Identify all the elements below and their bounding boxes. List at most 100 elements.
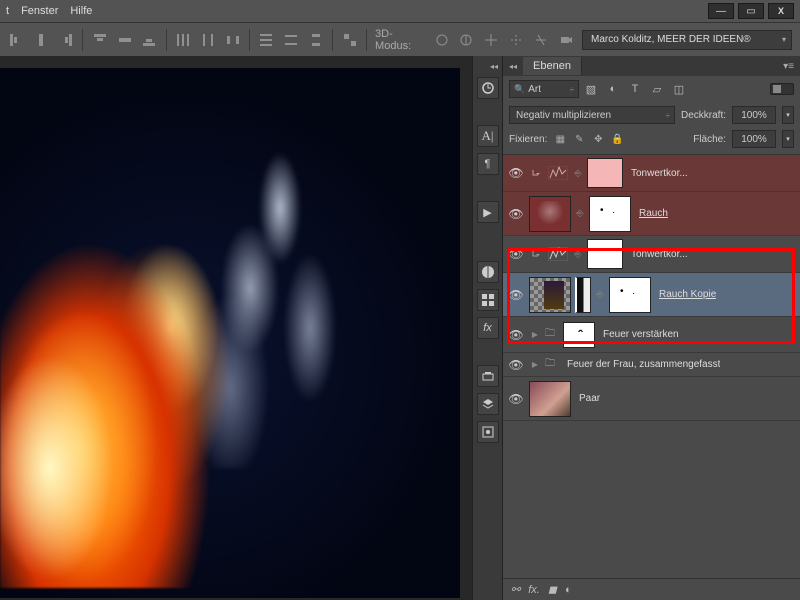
menu-item-fenster[interactable]: Fenster [21, 5, 58, 17]
filter-kind-dropdown[interactable]: Art [509, 80, 579, 98]
styles-panel-icon[interactable] [477, 289, 499, 311]
layers-panel-icon[interactable] [477, 393, 499, 415]
menu-item-truncated[interactable]: t [6, 5, 9, 17]
mask-icon[interactable]: ◼ [548, 583, 557, 596]
adjustments-panel-icon[interactable] [477, 365, 499, 387]
align-right-icon[interactable] [58, 31, 75, 49]
layer-thumb[interactable] [529, 381, 571, 417]
layer-name[interactable]: Paar [579, 393, 600, 404]
channels-panel-icon[interactable] [477, 421, 499, 443]
distribute-h2-icon[interactable] [199, 31, 216, 49]
align-center-h-icon[interactable] [33, 31, 50, 49]
character-panel-icon[interactable]: A| [477, 125, 499, 147]
orbit-icon[interactable] [433, 31, 450, 49]
layer-mask-thumb[interactable] [563, 322, 595, 348]
lock-position-icon[interactable]: ✥ [591, 132, 605, 146]
link-icon[interactable]: ⎆ [573, 168, 583, 179]
lock-label: Fixieren: [509, 134, 547, 145]
visibility-icon[interactable]: 👁 [507, 207, 525, 221]
layer-mask-thumb[interactable] [589, 196, 631, 232]
filter-toggle[interactable] [770, 83, 794, 95]
pan-icon[interactable] [483, 31, 500, 49]
maximize-button[interactable]: ▭ [738, 3, 764, 19]
align-left-icon[interactable] [8, 31, 25, 49]
lock-transparency-icon[interactable]: ▦ [553, 132, 567, 146]
adjustment-icon[interactable]: ◐ [565, 584, 572, 596]
layer-name[interactable]: Rauch Kopie [659, 289, 716, 300]
minimize-button[interactable]: — [708, 3, 734, 19]
histogram-panel-icon[interactable] [477, 77, 499, 99]
align-top-icon[interactable] [91, 31, 108, 49]
visibility-icon[interactable]: 👁 [507, 247, 525, 261]
layer-row[interactable]: 👁 ▶ 🗀 Feuer verstärken [503, 317, 800, 353]
filter-adjustment-icon[interactable]: ◐ [605, 81, 621, 97]
camera-icon[interactable] [557, 31, 574, 49]
play-panel-icon[interactable]: ▶ [477, 201, 499, 223]
zoom-icon[interactable] [532, 31, 549, 49]
align-center-v-icon[interactable] [116, 31, 133, 49]
lock-all-icon[interactable]: 🔒 [610, 132, 624, 146]
layer-row[interactable]: 👁 ⎆ Tonwertkor... [503, 155, 800, 192]
distribute-v-icon[interactable] [258, 31, 275, 49]
link-layers-icon[interactable]: ⚯ [511, 583, 520, 596]
opacity-value[interactable]: 100% [732, 106, 776, 124]
layer-mask-thumb[interactable] [587, 158, 623, 188]
filter-smart-icon[interactable]: ◫ [671, 81, 687, 97]
tab-ebenen[interactable]: Ebenen [523, 57, 582, 75]
link-icon[interactable]: ⎆ [575, 208, 585, 219]
layer-name[interactable]: Feuer der Frau, zusammengefasst [567, 359, 720, 370]
filter-shape-icon[interactable]: ▱ [649, 81, 665, 97]
distribute-v2-icon[interactable] [283, 31, 300, 49]
layer-thumb[interactable] [529, 277, 571, 313]
disclosure-icon[interactable]: ▶ [529, 330, 541, 339]
layer-row[interactable]: 👁 ▶ 🗀 Feuer der Frau, zusammengefasst [503, 353, 800, 377]
visibility-icon[interactable]: 👁 [507, 328, 525, 342]
fill-arrow[interactable]: ▾ [782, 130, 794, 148]
distribute-h-icon[interactable] [175, 31, 192, 49]
collapsed-panel-strip: ◂◂ A| ¶ ▶ fx [472, 56, 502, 600]
visibility-icon[interactable]: 👁 [507, 392, 525, 406]
distribute-v3-icon[interactable] [308, 31, 325, 49]
layer-row[interactable]: 👁 ⎆ Tonwertkor... [503, 236, 800, 273]
slide-icon[interactable] [508, 31, 525, 49]
panel-menu-icon[interactable]: ▾≡ [777, 61, 800, 72]
menu-item-hilfe[interactable]: Hilfe [70, 5, 92, 17]
layer-thumb[interactable] [529, 196, 571, 232]
layer-name[interactable]: Feuer verstärken [603, 329, 679, 340]
visibility-icon[interactable]: 👁 [507, 358, 525, 372]
blend-mode-dropdown[interactable]: Negativ multiplizieren [509, 106, 675, 124]
layer-name[interactable]: Tonwertkor... [631, 168, 688, 179]
layer-row[interactable]: 👁 ⎆ Rauch Kopie [503, 273, 800, 317]
visibility-icon[interactable]: 👁 [507, 288, 525, 302]
opacity-label: Deckkraft: [681, 110, 726, 121]
align-bottom-icon[interactable] [141, 31, 158, 49]
disclosure-icon[interactable]: ▶ [529, 360, 541, 369]
canvas-area[interactable] [0, 56, 472, 600]
filter-pixel-icon[interactable]: ▧ [583, 81, 599, 97]
layer-thumb-extra[interactable] [575, 277, 591, 313]
fx-icon[interactable]: fx. [528, 584, 540, 596]
swatches-panel-icon[interactable] [477, 261, 499, 283]
link-icon[interactable]: ⎆ [595, 289, 605, 300]
roll-icon[interactable] [458, 31, 475, 49]
close-button[interactable]: X [768, 3, 794, 19]
layer-row[interactable]: 👁 ⎆ Rauch [503, 192, 800, 236]
layer-row[interactable]: 👁 Paar [503, 377, 800, 421]
paragraph-panel-icon[interactable]: ¶ [477, 153, 499, 175]
fx-panel-icon[interactable]: fx [477, 317, 499, 339]
visibility-icon[interactable]: 👁 [507, 166, 525, 180]
expand-arrow-icon[interactable]: ◂◂ [490, 62, 502, 71]
layer-name[interactable]: Tonwertkor... [631, 249, 688, 260]
link-icon[interactable]: ⎆ [573, 249, 583, 260]
auto-align-icon[interactable] [341, 31, 358, 49]
layer-mask-thumb[interactable] [609, 277, 651, 313]
distribute-h3-icon[interactable] [224, 31, 241, 49]
layer-mask-thumb[interactable] [587, 239, 623, 269]
lock-pixels-icon[interactable]: ✎ [572, 132, 586, 146]
filter-type-icon[interactable]: T [627, 81, 643, 97]
collapse-arrow-icon[interactable]: ◂◂ [503, 62, 523, 71]
fill-value[interactable]: 100% [732, 130, 776, 148]
opacity-arrow[interactable]: ▾ [782, 106, 794, 124]
user-dropdown[interactable]: Marco Kolditz, MEER DER IDEEN® [582, 30, 792, 50]
layer-name[interactable]: Rauch [639, 208, 668, 219]
